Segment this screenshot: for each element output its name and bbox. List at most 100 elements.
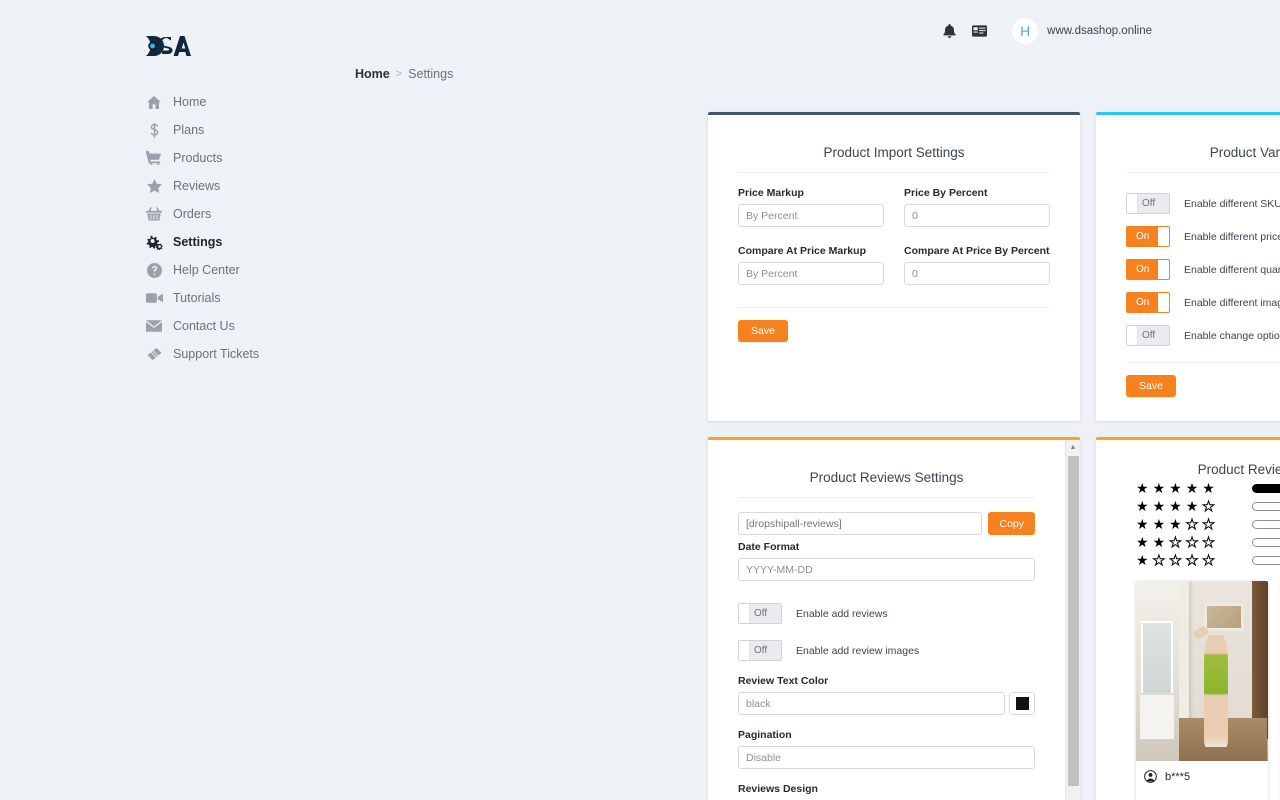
sidebar-item-products[interactable]: Products <box>0 144 340 172</box>
toggle-row: Off Enable different SKU for each varian… <box>1126 187 1280 220</box>
sidebar-item-orders[interactable]: Orders <box>0 200 340 228</box>
copy-button[interactable]: Copy <box>988 512 1035 535</box>
question-circle-icon <box>145 262 163 278</box>
price-markup-select[interactable]: By Percent <box>738 204 884 227</box>
logo[interactable] <box>0 22 340 70</box>
sidebar-item-plans[interactable]: Plans <box>0 116 340 144</box>
ticket-icon <box>145 346 163 362</box>
review-card[interactable]: b***5 <box>1136 581 1268 800</box>
rating-distribution-chart: ★★★★★ 5 ★★★★★ 0 <box>1118 479 1280 569</box>
sidebar-item-label: Settings <box>173 235 223 249</box>
toggle-knob <box>1127 194 1138 213</box>
toggle-state-label: Off <box>1142 330 1156 341</box>
divider <box>738 497 1035 498</box>
toggle-enable-price[interactable]: On <box>1126 226 1170 247</box>
avatar[interactable]: H <box>1012 18 1039 44</box>
reviews-design-field: Reviews Design Grid view <box>738 783 1035 800</box>
compare-price-percent-field: Compare At Price By Percent <box>904 245 1050 285</box>
toggle-enable-add-reviews[interactable]: Off <box>738 603 782 624</box>
toggle-row: Off Enable add review images <box>738 632 1035 675</box>
rating-row[interactable]: ★★★★★ 0 <box>1136 497 1280 515</box>
pagination-field: Pagination Disable <box>738 729 1035 769</box>
toggle-change-option-name[interactable]: Off <box>1126 325 1170 346</box>
rating-bar <box>1252 519 1280 529</box>
reviewer: b***5 <box>1136 761 1268 793</box>
date-format-select[interactable]: YYYY-MM-DD <box>738 558 1035 581</box>
toggle-state-label: On <box>1136 264 1150 275</box>
toggle-label: Enable different price for each variant <box>1184 230 1280 243</box>
toggle-row: On Enable different price for each varia… <box>1126 220 1280 253</box>
stars-4: ★ ★ ★ ★ ★ <box>1136 498 1215 514</box>
toggle-knob <box>1158 227 1169 246</box>
toggle-knob <box>1158 293 1169 312</box>
toggle-state-label: On <box>1136 231 1150 242</box>
app-root: Home Plans Products Reviews Orders Setti… <box>0 0 1280 800</box>
sidebar-item-support-tickets[interactable]: Support Tickets <box>0 340 340 368</box>
rating-bar <box>1252 537 1280 547</box>
sidebar-item-home[interactable]: Home <box>0 88 340 116</box>
toggle-row: On Enable different quantity for each va… <box>1126 253 1280 286</box>
sidebar-item-tutorials[interactable]: Tutorials <box>0 284 340 312</box>
bell-icon[interactable] <box>934 16 964 46</box>
review-photo-1[interactable] <box>1136 581 1268 761</box>
toggle-label: Enable different quantity for each varia… <box>1184 263 1280 276</box>
sidebar-item-label: Reviews <box>173 179 221 193</box>
pagination-select[interactable]: Disable <box>738 746 1035 769</box>
sidebar-item-help-center[interactable]: Help Center <box>0 256 340 284</box>
scrollbar-thumb[interactable] <box>1068 456 1079 786</box>
save-button[interactable]: Save <box>738 320 788 342</box>
rating-row[interactable]: ★★★★★ 5 <box>1136 479 1280 497</box>
reviews-preview-scroll-area: Product Reviews Settings ★★★★★ 5 <box>1096 440 1280 800</box>
price-markup-field: Price Markup By Percent <box>738 187 884 227</box>
toggle-enable-sku[interactable]: Off <box>1126 193 1170 214</box>
stars-5: ★ ★ ★ ★ ★ <box>1136 480 1215 496</box>
price-markup-label: Price Markup <box>738 187 804 199</box>
color-swatch <box>1015 697 1029 710</box>
review-text-color-label: Review Text Color <box>738 675 829 687</box>
cart-icon <box>145 150 163 166</box>
scroll-up-arrow-icon[interactable]: ▲ <box>1066 440 1080 454</box>
price-by-percent-input[interactable] <box>904 204 1050 227</box>
reviews-design-label: Reviews Design <box>738 783 818 795</box>
compare-price-percent-input[interactable] <box>904 262 1050 285</box>
user-circle-icon <box>1144 770 1157 783</box>
card-title: Product Variant Settings <box>1209 145 1280 160</box>
review-text-color-field: Review Text Color <box>738 675 1035 715</box>
toggle-state-label: Off <box>1142 198 1156 209</box>
star-icon <box>145 178 163 194</box>
sidebar-item-label: Contact Us <box>173 319 235 333</box>
stars-1: ★ ★ ★ ★ ★ <box>1136 552 1215 568</box>
rating-row[interactable]: ★★★★★ 0 <box>1136 515 1280 533</box>
shortcode-input[interactable] <box>738 512 983 535</box>
settings-grid: Product Import Settings Price Markup By … <box>708 112 1280 800</box>
compare-price-markup-select[interactable]: By Percent <box>738 262 884 285</box>
id-card-icon[interactable] <box>964 16 994 46</box>
product-reviews-preview-card: Product Reviews Settings ★★★★★ 5 <box>1096 437 1280 800</box>
review-text-color-input[interactable] <box>738 692 1005 715</box>
color-swatch-button[interactable] <box>1009 692 1035 715</box>
toggle-label: Enable add review images <box>796 644 920 657</box>
topbar: H www.dsashop.online <box>340 0 1280 62</box>
breadcrumb-home[interactable]: Home <box>355 67 390 81</box>
pagination-label: Pagination <box>738 729 792 741</box>
toggle-enable-images[interactable]: On <box>1126 292 1170 313</box>
toggle-label: Enable different images for each variant <box>1184 296 1280 309</box>
toggle-enable-add-review-images[interactable]: Off <box>738 640 782 661</box>
product-variant-settings-card: Product Variant Settings Off Enable diff… <box>1096 112 1280 421</box>
toggle-enable-quantity[interactable]: On <box>1126 259 1170 280</box>
reviews-form-scroll-area: Product Reviews Settings Copy Date Forma… <box>708 440 1065 800</box>
toggle-state-label: Off <box>754 645 768 656</box>
compare-price-markup-label: Compare At Price Markup <box>738 245 866 257</box>
sidebar-item-reviews[interactable]: Reviews <box>0 172 340 200</box>
vertical-scrollbar[interactable]: ▲ <box>1065 440 1080 800</box>
sidebar-item-settings[interactable]: Settings <box>0 228 340 256</box>
save-button[interactable]: Save <box>1126 375 1176 397</box>
sidebar-item-contact-us[interactable]: Contact Us <box>0 312 340 340</box>
site-url[interactable]: www.dsashop.online <box>1047 25 1152 37</box>
price-by-percent-label: Price By Percent <box>904 187 988 199</box>
video-camera-icon <box>145 290 163 306</box>
rating-row[interactable]: ★★★★★ 0 <box>1136 551 1280 569</box>
divider <box>738 307 1050 308</box>
sidebar-item-label: Plans <box>173 123 205 137</box>
rating-row[interactable]: ★★★★★ 0 <box>1136 533 1280 551</box>
